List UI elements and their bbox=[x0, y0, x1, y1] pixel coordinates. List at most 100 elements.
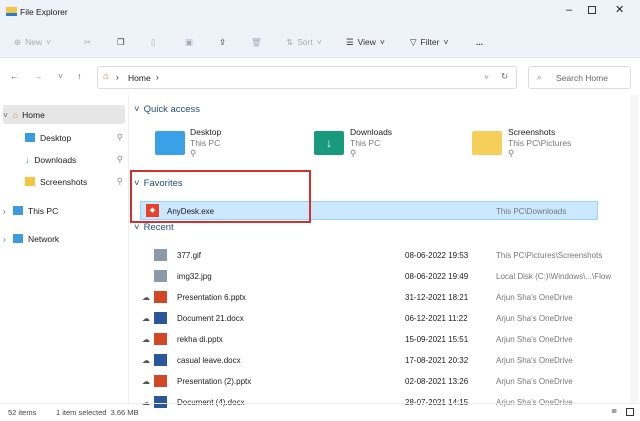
breadcrumb-home[interactable]: Home bbox=[128, 73, 151, 83]
ppt-file-icon bbox=[154, 375, 167, 387]
pin-icon: ⚲ bbox=[116, 176, 123, 186]
sidebar-item-network[interactable]: › Network bbox=[3, 229, 125, 248]
recent-file-row[interactable]: ☁ Document 21.docx 06-12-2021 11:22 Arju… bbox=[130, 309, 600, 328]
screenshots-folder-icon bbox=[472, 131, 502, 155]
recent-file-row[interactable]: ☁ rekha di.pptx 15-09-2021 15:51 Arjun S… bbox=[130, 330, 600, 349]
vertical-scrollbar[interactable] bbox=[630, 95, 638, 403]
refresh-icon[interactable]: ↻ bbox=[501, 71, 508, 82]
pin-icon: ⚲ bbox=[116, 154, 123, 164]
pin-icon: ⚲ bbox=[350, 148, 357, 158]
plus-icon: ⊕ bbox=[14, 36, 22, 47]
more-button[interactable]: ... bbox=[476, 34, 483, 50]
downloads-folder-icon: ↓ bbox=[314, 131, 344, 155]
quick-access-header[interactable]: ˅ Quick access bbox=[134, 104, 200, 115]
close-button[interactable]: ✕ bbox=[615, 3, 624, 16]
sidebar-item-downloads[interactable]: ↓ Downloads ⚲ bbox=[25, 150, 125, 169]
ppt-file-icon bbox=[154, 291, 167, 303]
folder-icon bbox=[6, 7, 17, 16]
address-bar[interactable]: ⌂ › Home › ˅ ↻ bbox=[97, 66, 517, 89]
network-icon bbox=[13, 234, 23, 243]
filter-button[interactable]: ▽ Filter ˅ bbox=[410, 34, 448, 50]
view-button[interactable]: ☰ View ˅ bbox=[346, 34, 385, 50]
search-icon: ⌕ bbox=[537, 72, 542, 82]
download-icon: ↓ bbox=[25, 154, 30, 165]
cloud-icon: ☁ bbox=[142, 356, 150, 365]
maximize-button[interactable] bbox=[588, 6, 596, 14]
cloud-icon: ☁ bbox=[142, 293, 150, 302]
copy-icon: ❐ bbox=[117, 36, 125, 47]
rename-button[interactable]: ▣ bbox=[185, 34, 193, 50]
delete-button[interactable]: 🗑 bbox=[251, 34, 262, 50]
file-name: Presentation (2).pptx bbox=[177, 377, 252, 386]
share-icon: ⇪ bbox=[219, 36, 227, 47]
file-location: This PC\Pictures\Screenshots bbox=[496, 251, 603, 260]
details-view-button[interactable]: ≣ bbox=[611, 406, 617, 415]
quick-access-item[interactable]: ↓ Downloads This PC ⚲ bbox=[314, 125, 454, 161]
sidebar-item-screenshots[interactable]: Screenshots ⚲ bbox=[25, 172, 125, 191]
file-name: Document 21.docx bbox=[177, 314, 244, 323]
quick-access-item[interactable]: Desktop This PC ⚲ bbox=[155, 125, 295, 161]
forward-button[interactable]: → bbox=[34, 71, 43, 81]
sidebar-item-desktop[interactable]: Desktop ⚲ bbox=[25, 128, 125, 147]
clipboard-icon: ▯ bbox=[151, 36, 156, 47]
quick-access-item[interactable]: Screenshots This PC\Pictures ⚲ bbox=[472, 125, 622, 161]
navigation-pane: ˅ ⌂ Home Desktop ⚲ ↓ Downloads ⚲ Screenshots ⚲… bbox=[0, 100, 128, 402]
recent-file-row[interactable]: ☁ casual leave.docx 17-08-2021 20:32 Arj… bbox=[130, 351, 600, 370]
content-pane: ˅ Quick access Desktop This PC ⚲ ↓ Downlo… bbox=[130, 100, 628, 408]
address-dropdown-icon[interactable]: ˅ bbox=[484, 72, 489, 82]
recent-file-row[interactable]: ☁ Presentation (2).pptx 02-08-2021 13:26… bbox=[130, 372, 600, 391]
pin-icon: ⚲ bbox=[116, 132, 123, 142]
sort-button[interactable]: ⇅ Sort ˅ bbox=[286, 34, 322, 50]
new-button[interactable]: ⊕ New ˅ bbox=[14, 34, 51, 50]
home-icon: ⌂ bbox=[13, 109, 19, 120]
recent-file-row[interactable]: img32.jpg 08-06-2022 19:49 Local Disk (C… bbox=[130, 267, 611, 286]
computer-icon bbox=[13, 206, 23, 215]
recent-file-row[interactable]: ☁ Presentation 6.pptx 31-12-2021 18:21 A… bbox=[130, 288, 600, 307]
file-location: Arjun Sha's OneDrive bbox=[496, 314, 573, 323]
file-name: casual leave.docx bbox=[177, 356, 241, 365]
back-button[interactable]: ← bbox=[10, 71, 19, 81]
cloud-icon: ☁ bbox=[142, 377, 150, 386]
img-file-icon bbox=[154, 270, 167, 282]
file-name: img32.jpg bbox=[177, 272, 212, 281]
title-bar: File Explorer – ✕ bbox=[0, 0, 640, 26]
cut-button[interactable]: ✂ bbox=[84, 34, 91, 50]
recent-locations-button[interactable]: ˅ bbox=[58, 71, 63, 81]
ppt-file-icon bbox=[154, 333, 167, 345]
file-location: Arjun Sha's OneDrive bbox=[496, 356, 573, 365]
window-title: File Explorer bbox=[20, 7, 68, 17]
share-button[interactable]: ⇪ bbox=[219, 34, 226, 50]
sort-icon: ⇅ bbox=[286, 36, 294, 47]
file-location: Arjun Sha's OneDrive bbox=[496, 377, 573, 386]
minimize-button[interactable]: – bbox=[566, 4, 572, 16]
cloud-icon: ☁ bbox=[142, 314, 150, 323]
search-input[interactable]: Search Home bbox=[556, 73, 608, 83]
file-date: 06-12-2021 11:22 bbox=[405, 314, 468, 323]
file-date: 02-08-2021 13:26 bbox=[405, 377, 469, 386]
rename-icon: ▣ bbox=[185, 36, 194, 47]
pin-icon: ⚲ bbox=[508, 148, 515, 158]
pin-icon: ⚲ bbox=[190, 148, 197, 158]
paste-button[interactable]: ▯ bbox=[151, 34, 156, 50]
view-icon: ☰ bbox=[346, 36, 354, 47]
up-button[interactable]: ↑ bbox=[77, 71, 81, 81]
desktop-icon bbox=[25, 133, 35, 142]
status-bar: 52 items 1 item selected 3.66 MB ≣ bbox=[0, 403, 640, 421]
folder-icon bbox=[25, 177, 35, 186]
tiles-view-button[interactable] bbox=[626, 408, 634, 416]
file-name: Presentation 6.pptx bbox=[177, 293, 246, 302]
desktop-folder-icon bbox=[155, 131, 185, 155]
file-date: 08-06-2022 19:53 bbox=[405, 251, 469, 260]
doc-file-icon bbox=[154, 354, 167, 366]
file-date: 08-06-2022 19:49 bbox=[405, 272, 469, 281]
recent-header[interactable]: ˅ Recent bbox=[134, 222, 174, 233]
file-location: Local Disk (C:)\Windows\...\Flow bbox=[496, 272, 612, 281]
search-box[interactable]: ⌕ Search Home bbox=[528, 66, 631, 89]
doc-file-icon bbox=[154, 312, 167, 324]
file-date: 31-12-2021 18:21 bbox=[405, 293, 469, 302]
file-name: 377.gif bbox=[177, 251, 202, 260]
copy-button[interactable]: ❐ bbox=[117, 34, 125, 50]
sidebar-item-home[interactable]: ˅ ⌂ Home bbox=[3, 105, 125, 124]
sidebar-item-this-pc[interactable]: › This PC bbox=[3, 201, 125, 220]
recent-file-row[interactable]: 377.gif 08-06-2022 19:53 This PC\Picture… bbox=[130, 246, 603, 265]
